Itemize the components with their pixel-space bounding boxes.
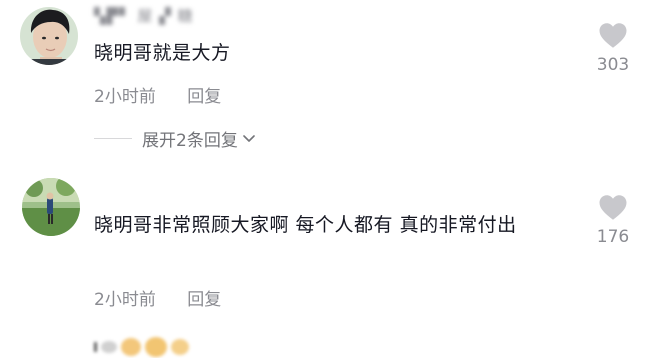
- reply-button[interactable]: 回复: [187, 290, 221, 310]
- username-blur: [94, 342, 97, 352]
- username-blur: [145, 337, 167, 357]
- comment-time: 2小时前: [94, 290, 156, 310]
- comment-item: ▚▛▘ 屋 ▞ 糖 晓明哥就是大方 2小时前 回复 303: [0, 0, 650, 120]
- chevron-down-icon: [238, 131, 256, 145]
- comment-text: 晓明哥非常照顾大家啊 每个人都有 真的非常付出: [94, 214, 517, 236]
- comment-text: 晓明哥就是大方: [94, 42, 231, 64]
- username-blur: [171, 339, 189, 355]
- divider-line: [94, 137, 132, 139]
- comment-time: 2小时前: [94, 87, 156, 107]
- avatar[interactable]: [20, 7, 78, 65]
- like-count: 303: [596, 55, 630, 75]
- heart-icon: [588, 194, 638, 221]
- like-count: 176: [596, 227, 630, 247]
- username-blur: [101, 341, 117, 353]
- username-blur: [121, 338, 141, 356]
- heart-icon: [588, 22, 638, 49]
- comment-item: 晓明哥非常照顾大家啊 每个人都有 真的非常付出 2小时前 回复 176: [0, 160, 650, 357]
- avatar[interactable]: [22, 178, 80, 236]
- like-button[interactable]: 176: [588, 194, 638, 247]
- username[interactable]: ▚▛▘ 屋 ▞ 糖: [94, 5, 193, 26]
- expand-replies-label: 展开2条回复: [142, 130, 238, 151]
- comment-meta: 2小时前 回复: [94, 285, 221, 310]
- like-button[interactable]: 303: [588, 22, 638, 75]
- comment-meta: 2小时前 回复: [94, 82, 221, 107]
- reply-button[interactable]: 回复: [187, 87, 221, 107]
- expand-replies-button[interactable]: 展开2条回复: [94, 127, 256, 151]
- username[interactable]: [94, 336, 193, 358]
